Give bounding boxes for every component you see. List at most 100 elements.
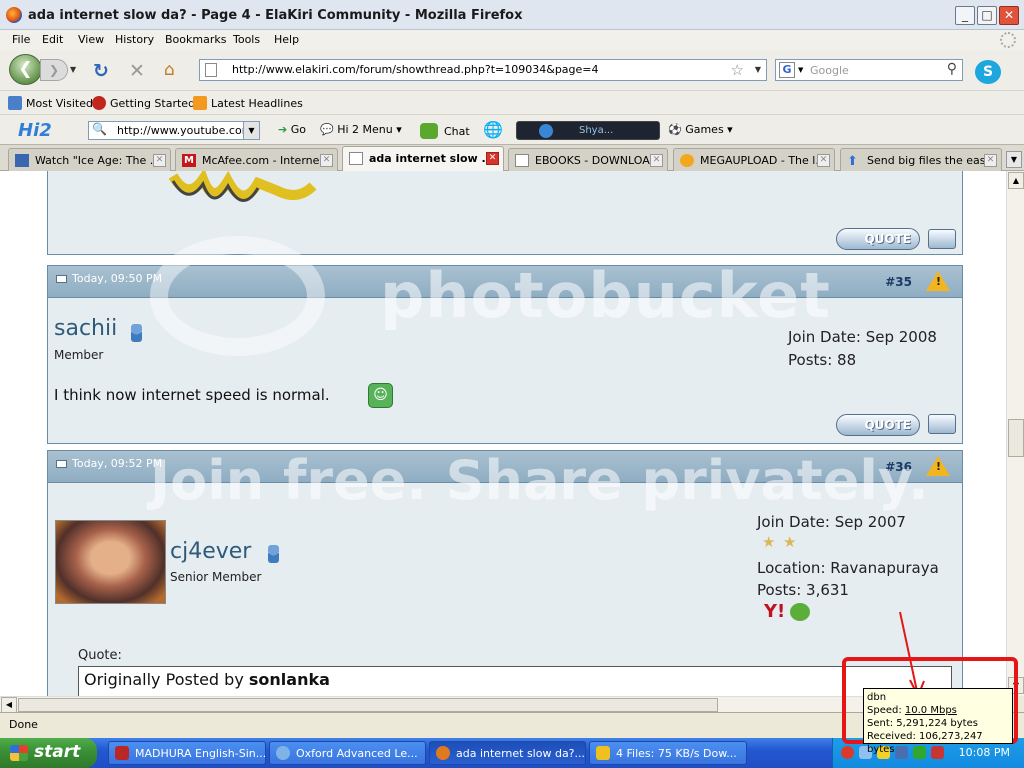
post-date-icon (56, 275, 67, 283)
page-icon (205, 63, 217, 77)
reload-button[interactable]: ↻ (93, 60, 109, 82)
post-username[interactable]: sachii (54, 316, 117, 341)
megaupload-icon (680, 154, 694, 167)
task-ada-internet[interactable]: ada internet slow da?... (429, 741, 586, 765)
menu-help[interactable]: Help (274, 33, 299, 46)
scroll-thumb[interactable] (1008, 419, 1024, 457)
yahoo-im-icon[interactable]: Y! (764, 601, 785, 622)
page-icon (515, 154, 529, 167)
skype-im-icon[interactable] (790, 603, 810, 621)
home-button[interactable]: ⌂ (164, 60, 175, 80)
hi2-search-value[interactable]: http://www.youtube.com (117, 124, 252, 137)
tab-list-dropdown[interactable]: ▼ (1006, 151, 1022, 168)
hi2-menu-icon: 💬 (320, 123, 334, 136)
horizontal-scroll-thumb[interactable] (18, 698, 718, 712)
hi2-logo[interactable]: Hi2 (18, 120, 52, 141)
chevron-down-icon[interactable]: ▼ (243, 122, 259, 139)
close-window-button[interactable]: ✕ (999, 6, 1019, 25)
upload-arrow-icon: ⬆ (847, 154, 858, 169)
close-tab-icon[interactable]: ✕ (984, 154, 997, 167)
bookmark-label: Latest Headlines (211, 97, 303, 110)
post-date-icon (56, 460, 67, 468)
task-label: 4 Files: 75 KB/s Dow... (616, 747, 737, 760)
media-player[interactable]: Shya... (516, 121, 660, 140)
quote-prefix: Originally Posted by (84, 670, 249, 689)
vertical-scrollbar[interactable]: ▲ ▼ (1006, 171, 1024, 696)
play-icon[interactable] (539, 124, 553, 138)
signature-image (168, 171, 317, 202)
menu-history[interactable]: History (115, 33, 154, 46)
multi-quote-button[interactable] (928, 229, 956, 249)
start-button[interactable]: start (0, 738, 97, 768)
search-placeholder[interactable]: Google (810, 64, 849, 77)
tab-mcafee[interactable]: M McAfee.com - Interne... ✕ (175, 148, 338, 171)
url-bar[interactable]: http://www.elakiri.com/forum/showthread.… (199, 59, 767, 81)
tray-app-icon[interactable] (841, 746, 854, 759)
url-dropdown-icon[interactable]: ▼ (755, 65, 761, 74)
warning-exclamation-icon: ! (935, 460, 941, 473)
hi2-menu-button[interactable]: 💬 Hi 2 Menu ▾ (320, 123, 402, 136)
task-madhura[interactable]: MADHURA English-Sin... (108, 741, 266, 765)
back-button[interactable]: ❮ (9, 54, 42, 85)
quote-button[interactable]: QUOTE (836, 414, 920, 436)
multi-quote-button[interactable] (928, 414, 956, 434)
reputation-star-icon: ★ (762, 533, 776, 551)
engine-dropdown-icon[interactable]: ▼ (798, 66, 803, 74)
stop-button[interactable]: ✕ (129, 60, 145, 82)
task-oxford[interactable]: Oxford Advanced Le... (269, 741, 426, 765)
close-tab-icon[interactable]: ✕ (650, 154, 663, 167)
tab-ada-internet[interactable]: ada internet slow ... ✕ (342, 146, 504, 172)
post-date: Today, 09:52 PM (72, 457, 163, 470)
close-tab-icon[interactable]: ✕ (817, 154, 830, 167)
menu-view[interactable]: View (78, 33, 104, 46)
tooltip-sent: Sent: 5,291,224 bytes (867, 718, 978, 729)
tab-bar: Watch "Ice Age: The ... ✕ M McAfee.com -… (0, 144, 1024, 172)
user-avatar[interactable] (55, 520, 166, 604)
search-box[interactable]: G ▼ Google ⚲ (775, 59, 963, 81)
menu-tools[interactable]: Tools (233, 33, 260, 46)
close-tab-icon[interactable]: ✕ (320, 154, 333, 167)
hi2-go-button[interactable]: ➔ Go (278, 123, 306, 136)
close-tab-icon[interactable]: ✕ (153, 154, 166, 167)
url-text[interactable]: http://www.elakiri.com/forum/showthread.… (232, 63, 599, 76)
title-bar: ada internet slow da? - Page 4 - ElaKiri… (0, 0, 1024, 30)
chat-label: Chat (444, 125, 470, 138)
history-dropdown-icon[interactable]: ▼ (70, 65, 76, 74)
hi2-search-input[interactable]: 🔍 http://www.youtube.com ▼ (88, 121, 260, 140)
bookmark-star-icon[interactable]: ☆ (731, 61, 744, 79)
search-icon[interactable]: ⚲ (947, 61, 957, 77)
menu-edit[interactable]: Edit (42, 33, 63, 46)
post-username[interactable]: cj4ever (170, 539, 251, 564)
tab-ebooks[interactable]: EBOOKS - DOWNLOA... ✕ (508, 148, 668, 171)
forward-button[interactable]: ❯ (40, 59, 68, 81)
quote-author[interactable]: sonlanka (249, 670, 330, 689)
post-message: I think now internet speed is normal. (54, 386, 330, 404)
tab-send-big-files[interactable]: ⬆ Send big files the eas... ✕ (840, 148, 1002, 171)
quote-button[interactable]: QUOTE (836, 228, 920, 250)
google-engine-icon[interactable]: G (779, 62, 795, 78)
dictionary-app-icon (115, 746, 129, 760)
hi2-chat-button[interactable]: Chat (420, 123, 470, 139)
skype-icon[interactable]: S (975, 60, 1001, 84)
globe-icon[interactable]: 🌐 (483, 120, 503, 139)
go-label: Go (290, 123, 306, 136)
tab-label: McAfee.com - Interne... (202, 154, 330, 167)
close-tab-icon[interactable]: ✕ (486, 152, 499, 165)
hi2-games-button[interactable]: ⚽ Games ▾ (668, 123, 733, 136)
firefox-app-icon (436, 746, 450, 760)
scroll-left-button[interactable]: ◀ (1, 697, 17, 713)
tab-ice-age[interactable]: Watch "Ice Age: The ... ✕ (8, 148, 171, 171)
scroll-up-button[interactable]: ▲ (1008, 172, 1024, 189)
bookmark-latest-headlines[interactable]: Latest Headlines (193, 96, 303, 110)
watermark-line-1: photobucket (380, 259, 831, 332)
tab-megaupload[interactable]: MEGAUPLOAD - The l... ✕ (673, 148, 835, 171)
task-download[interactable]: 4 Files: 75 KB/s Dow... (589, 741, 747, 765)
post-count: Posts: 88 (788, 351, 857, 369)
menu-bookmarks[interactable]: Bookmarks (165, 33, 226, 46)
maximize-button[interactable]: □ (977, 6, 997, 25)
bookmark-getting-started[interactable]: Getting Started (92, 96, 195, 110)
bookmark-most-visited[interactable]: Most Visited (8, 96, 93, 110)
post-number-link[interactable]: #35 (885, 275, 912, 289)
menu-file[interactable]: File (12, 33, 30, 46)
minimize-button[interactable]: _ (955, 6, 975, 25)
